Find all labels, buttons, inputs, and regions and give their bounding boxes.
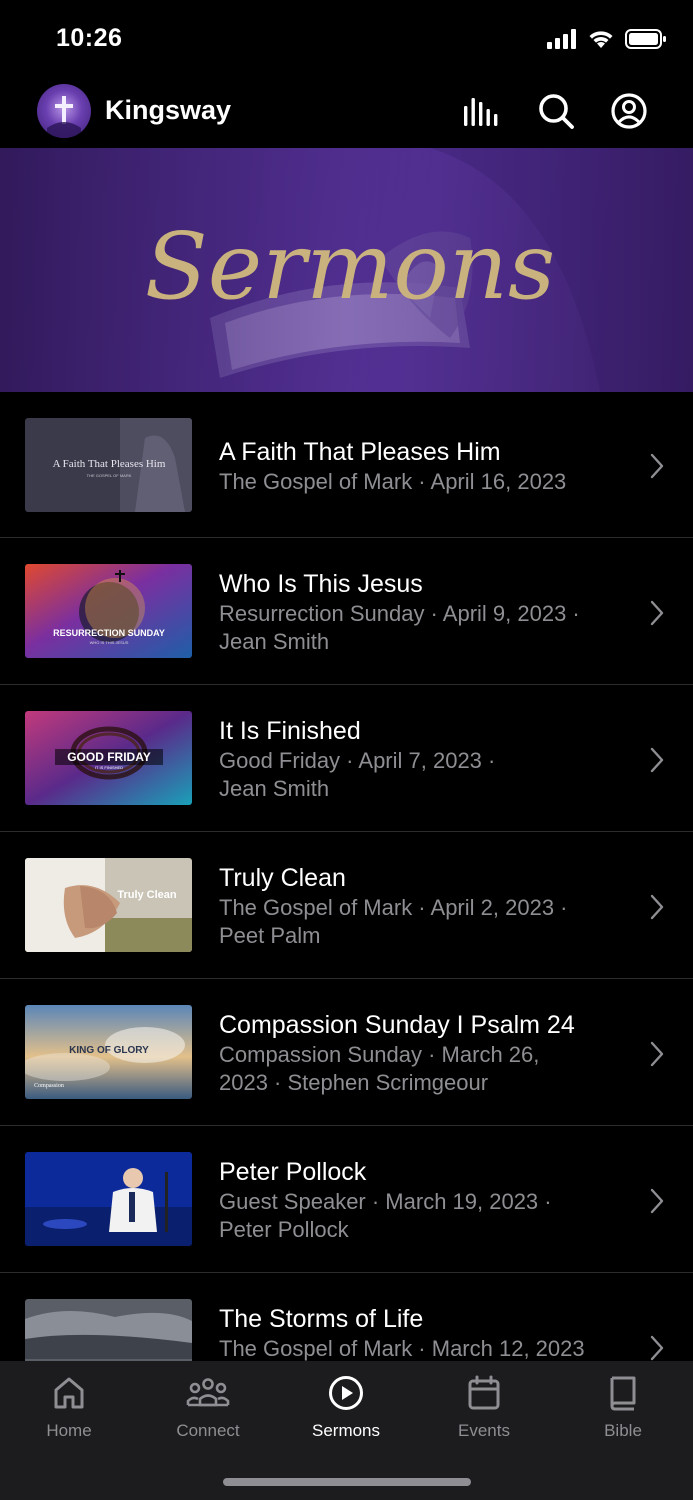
chevron-right-icon — [650, 600, 664, 626]
sermon-speaker: Jean Smith — [219, 776, 330, 801]
sermon-row[interactable]: KING OF GLORY Compassion Compassion Sund… — [0, 979, 693, 1126]
tab-label: Events — [458, 1421, 510, 1440]
thumbnail-title: Truly Clean — [117, 889, 177, 901]
thumbnail-title: KING OF GLORY — [69, 1045, 149, 1056]
people-icon — [186, 1378, 230, 1407]
thumbnail-subtitle: WHO IS THIS JESUS — [90, 640, 129, 645]
cellular-signal-icon — [547, 29, 576, 49]
hero-title-text: Sermons — [145, 213, 556, 320]
sermon-thumbnail: GOOD FRIDAY IT IS FINISHED — [25, 711, 192, 805]
chevron-right-icon — [650, 894, 664, 920]
sermon-thumbnail: A Faith That Pleases Him THE GOSPEL OF M… — [25, 418, 192, 512]
sermons-hero-banner: Sermons — [0, 148, 693, 392]
sermon-subtitle: Resurrection Sunday · April 9, 2023 · — [219, 601, 580, 626]
church-name[interactable]: Kingsway — [105, 95, 231, 126]
wifi-icon — [589, 31, 613, 48]
sermon-thumbnail: KING OF GLORY Compassion — [25, 1005, 192, 1099]
thumbnail-title: A Faith That Pleases Him — [53, 458, 166, 470]
sermon-title: It Is Finished — [219, 717, 361, 745]
tab-bible[interactable]: Bible — [568, 1375, 678, 1441]
tab-label: Connect — [176, 1421, 240, 1440]
sermon-text: Compassion Sunday I Psalm 24 Compassion … — [219, 1009, 619, 1097]
sermon-row[interactable]: Truly Clean Truly Clean The Gospel of Ma… — [0, 832, 693, 979]
sermon-thumbnail: Truly Clean — [25, 858, 192, 952]
sermon-speaker: Peet Palm — [219, 923, 321, 948]
audio-bars-icon[interactable] — [462, 92, 500, 130]
book-icon — [610, 1376, 636, 1411]
hero-script-title: Sermons — [145, 213, 556, 320]
home-indicator[interactable] — [223, 1478, 471, 1486]
play-circle-icon — [329, 1376, 363, 1410]
sermon-text: Truly Clean The Gospel of Mark · April 2… — [219, 862, 619, 950]
battery-icon — [625, 29, 666, 49]
sermon-text: A Faith That Pleases Him The Gospel of M… — [219, 436, 619, 496]
tab-label: Home — [46, 1421, 92, 1440]
sermon-thumbnail — [25, 1152, 192, 1246]
sermon-text: It Is Finished Good Friday · April 7, 20… — [219, 715, 619, 803]
sermon-text: Who Is This Jesus Resurrection Sunday · … — [219, 568, 619, 656]
sermon-row[interactable]: RESURRECTION SUNDAY WHO IS THIS JESUS Wh… — [0, 538, 693, 685]
tab-connect[interactable]: Connect — [153, 1375, 263, 1441]
search-icon[interactable] — [537, 92, 575, 130]
thumbnail-subtitle: IT IS FINISHED — [95, 765, 123, 770]
sermon-subtitle: Good Friday · April 7, 2023 · — [219, 748, 496, 773]
calendar-icon — [468, 1375, 500, 1410]
thumbnail-title: RESURRECTION SUNDAY — [53, 628, 165, 638]
home-icon — [54, 1377, 84, 1409]
sermon-text: The Storms of Life The Gospel of Mark · … — [219, 1303, 619, 1363]
account-icon[interactable] — [610, 92, 648, 130]
sermon-title: Peter Pollock — [219, 1158, 367, 1186]
tab-events[interactable]: Events — [429, 1375, 539, 1441]
tab-label: Sermons — [311, 1421, 381, 1440]
sermon-title: The Storms of Life — [219, 1305, 424, 1333]
sermon-row[interactable]: Peter Pollock Guest Speaker · March 19, … — [0, 1126, 693, 1273]
status-time: 10:26 — [56, 24, 123, 52]
sermon-subtitle: Guest Speaker · March 19, 2023 · — [219, 1189, 552, 1214]
sermon-row[interactable]: A Faith That Pleases Him THE GOSPEL OF M… — [0, 392, 693, 538]
thumbnail-subtitle: Compassion — [34, 1083, 64, 1089]
sermon-subtitle: Compassion Sunday · March 26, — [219, 1042, 540, 1067]
sermon-subtitle: The Gospel of Mark · April 2, 2023 · — [219, 895, 568, 920]
sermon-title: Who Is This Jesus — [219, 570, 423, 598]
status-icons — [547, 28, 667, 50]
app-header: Kingsway — [0, 80, 693, 148]
sermon-title: A Faith That Pleases Him — [219, 438, 501, 466]
tab-home[interactable]: Home — [14, 1375, 124, 1441]
thumbnail-title: GOOD FRIDAY — [67, 750, 151, 764]
chevron-right-icon — [650, 453, 664, 479]
sermon-speaker: Peter Pollock — [219, 1217, 349, 1242]
sermon-thumbnail: RESURRECTION SUNDAY WHO IS THIS JESUS — [25, 564, 192, 658]
sermon-row[interactable]: GOOD FRIDAY IT IS FINISHED It Is Finishe… — [0, 685, 693, 832]
chevron-right-icon — [650, 747, 664, 773]
sermon-list: A Faith That Pleases Him THE GOSPEL OF M… — [0, 392, 693, 1420]
sermon-title: Truly Clean — [219, 864, 346, 892]
tab-sermons[interactable]: Sermons — [291, 1375, 401, 1441]
chevron-right-icon — [650, 1188, 664, 1214]
sermon-text: Peter Pollock Guest Speaker · March 19, … — [219, 1156, 619, 1244]
sermon-speaker: Jean Smith — [219, 629, 330, 654]
thumbnail-subtitle: THE GOSPEL OF MARK — [87, 473, 132, 478]
chevron-right-icon — [650, 1041, 664, 1067]
sermon-subtitle: The Gospel of Mark · April 16, 2023 — [219, 469, 567, 494]
sermon-title: Compassion Sunday I Psalm 24 — [219, 1011, 575, 1039]
status-bar: 10:26 — [0, 0, 693, 80]
sermon-speaker: 2023 · Stephen Scrimgeour — [219, 1070, 489, 1095]
church-logo-avatar[interactable] — [37, 84, 91, 138]
tab-label: Bible — [604, 1421, 642, 1440]
sermon-subtitle: The Gospel of Mark · March 12, 2023 — [219, 1336, 585, 1361]
chevron-right-icon — [650, 1335, 664, 1361]
